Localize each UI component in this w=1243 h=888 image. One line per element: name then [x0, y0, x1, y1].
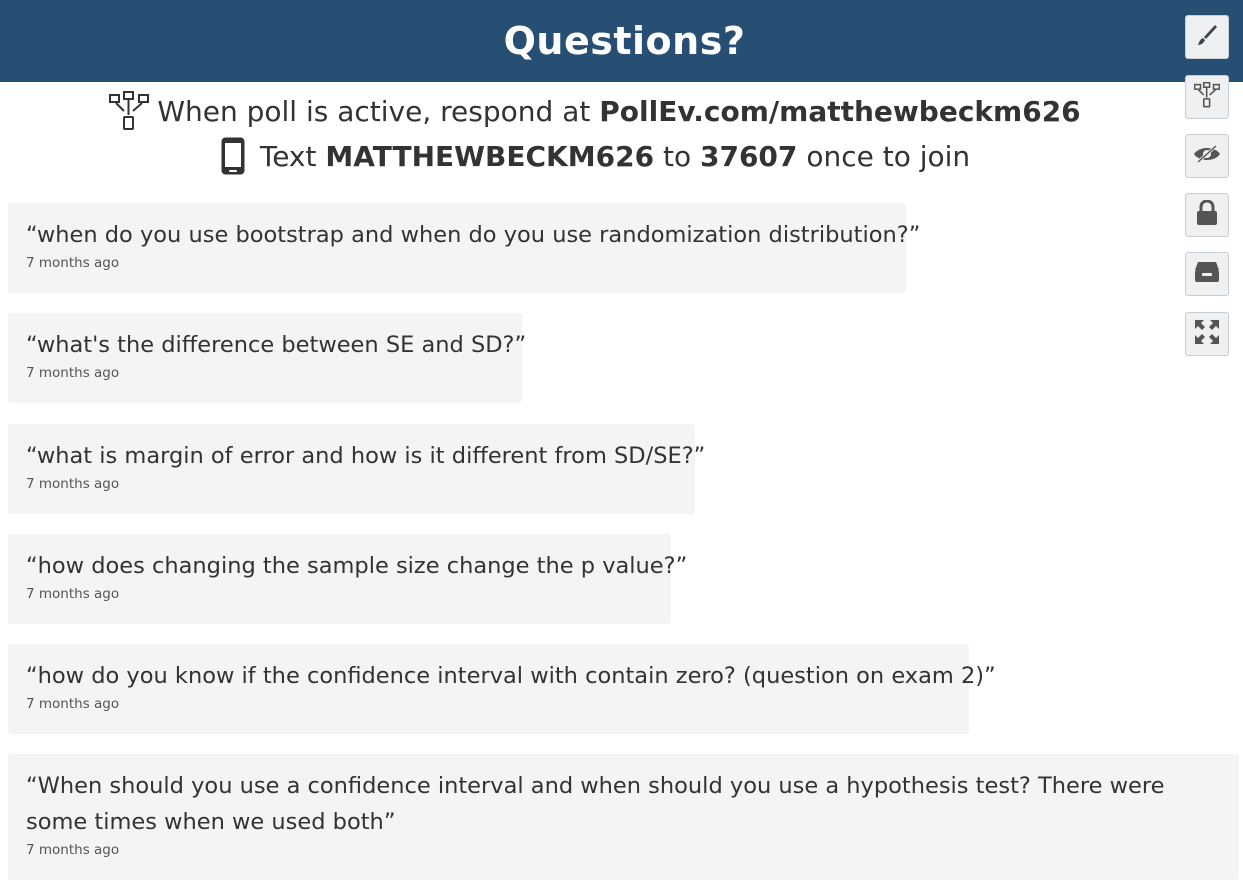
activity-icon	[1193, 81, 1221, 112]
poll-url[interactable]: PollEv.com/matthewbeckm626	[599, 95, 1080, 128]
question-timestamp: 7 months ago	[26, 476, 120, 492]
web-instructions: When poll is active, respond at PollEv.c…	[0, 88, 1190, 134]
text-instructions: Text MATTHEWBECKM626 to 37607 once to jo…	[0, 132, 1190, 180]
question-timestamp: 7 months ago	[26, 255, 120, 271]
header-bar: Questions?	[0, 0, 1243, 82]
question-card: “how does changing the sample size chang…	[8, 534, 688, 624]
customize-button[interactable]	[1185, 15, 1229, 59]
web-instructions-text: When poll is active, respond at	[157, 94, 591, 128]
text-instructions-prefix: Text	[259, 139, 317, 173]
question-timestamp: 7 months ago	[26, 586, 120, 602]
phone-icon	[220, 136, 246, 176]
question-card: “what's the difference between SE and SD…	[8, 313, 527, 403]
page-title: Questions?	[503, 19, 746, 63]
question-text: “when do you use bootstrap and when do y…	[26, 222, 921, 248]
question-timestamp: 7 months ago	[26, 696, 120, 712]
hide-responses-button[interactable]	[1185, 134, 1229, 178]
archive-icon	[1194, 261, 1220, 287]
question-card: “when do you use bootstrap and when do y…	[8, 203, 921, 293]
fullscreen-button[interactable]	[1185, 312, 1229, 356]
question-text: “how do you know if the confidence inter…	[26, 663, 996, 689]
lock-button[interactable]	[1185, 193, 1229, 237]
archive-button[interactable]	[1185, 252, 1229, 296]
lock-icon	[1196, 199, 1218, 230]
question-timestamp: 7 months ago	[26, 842, 120, 858]
question-timestamp: 7 months ago	[26, 365, 120, 381]
question-text: “how does changing the sample size chang…	[26, 553, 688, 579]
question-card: “When should you use a confidence interv…	[8, 754, 1239, 880]
question-text: “what's the difference between SE and SD…	[26, 332, 527, 358]
question-text: “what is margin of error and how is it d…	[26, 443, 706, 469]
text-instructions-suffix: once to join	[806, 139, 971, 173]
question-text: “When should you use a confidence interv…	[26, 773, 1165, 835]
eye-slash-icon	[1193, 144, 1221, 168]
text-instructions-mid: to	[662, 139, 692, 173]
question-card: “how do you know if the confidence inter…	[8, 644, 996, 734]
question-card: “what is margin of error and how is it d…	[8, 424, 706, 514]
network-icon	[109, 91, 150, 131]
brush-icon	[1195, 23, 1219, 51]
text-number: 37607	[699, 139, 798, 173]
fullscreen-icon	[1194, 319, 1220, 349]
text-code: MATTHEWBECKM626	[325, 139, 655, 173]
response-options-button[interactable]	[1185, 75, 1229, 119]
